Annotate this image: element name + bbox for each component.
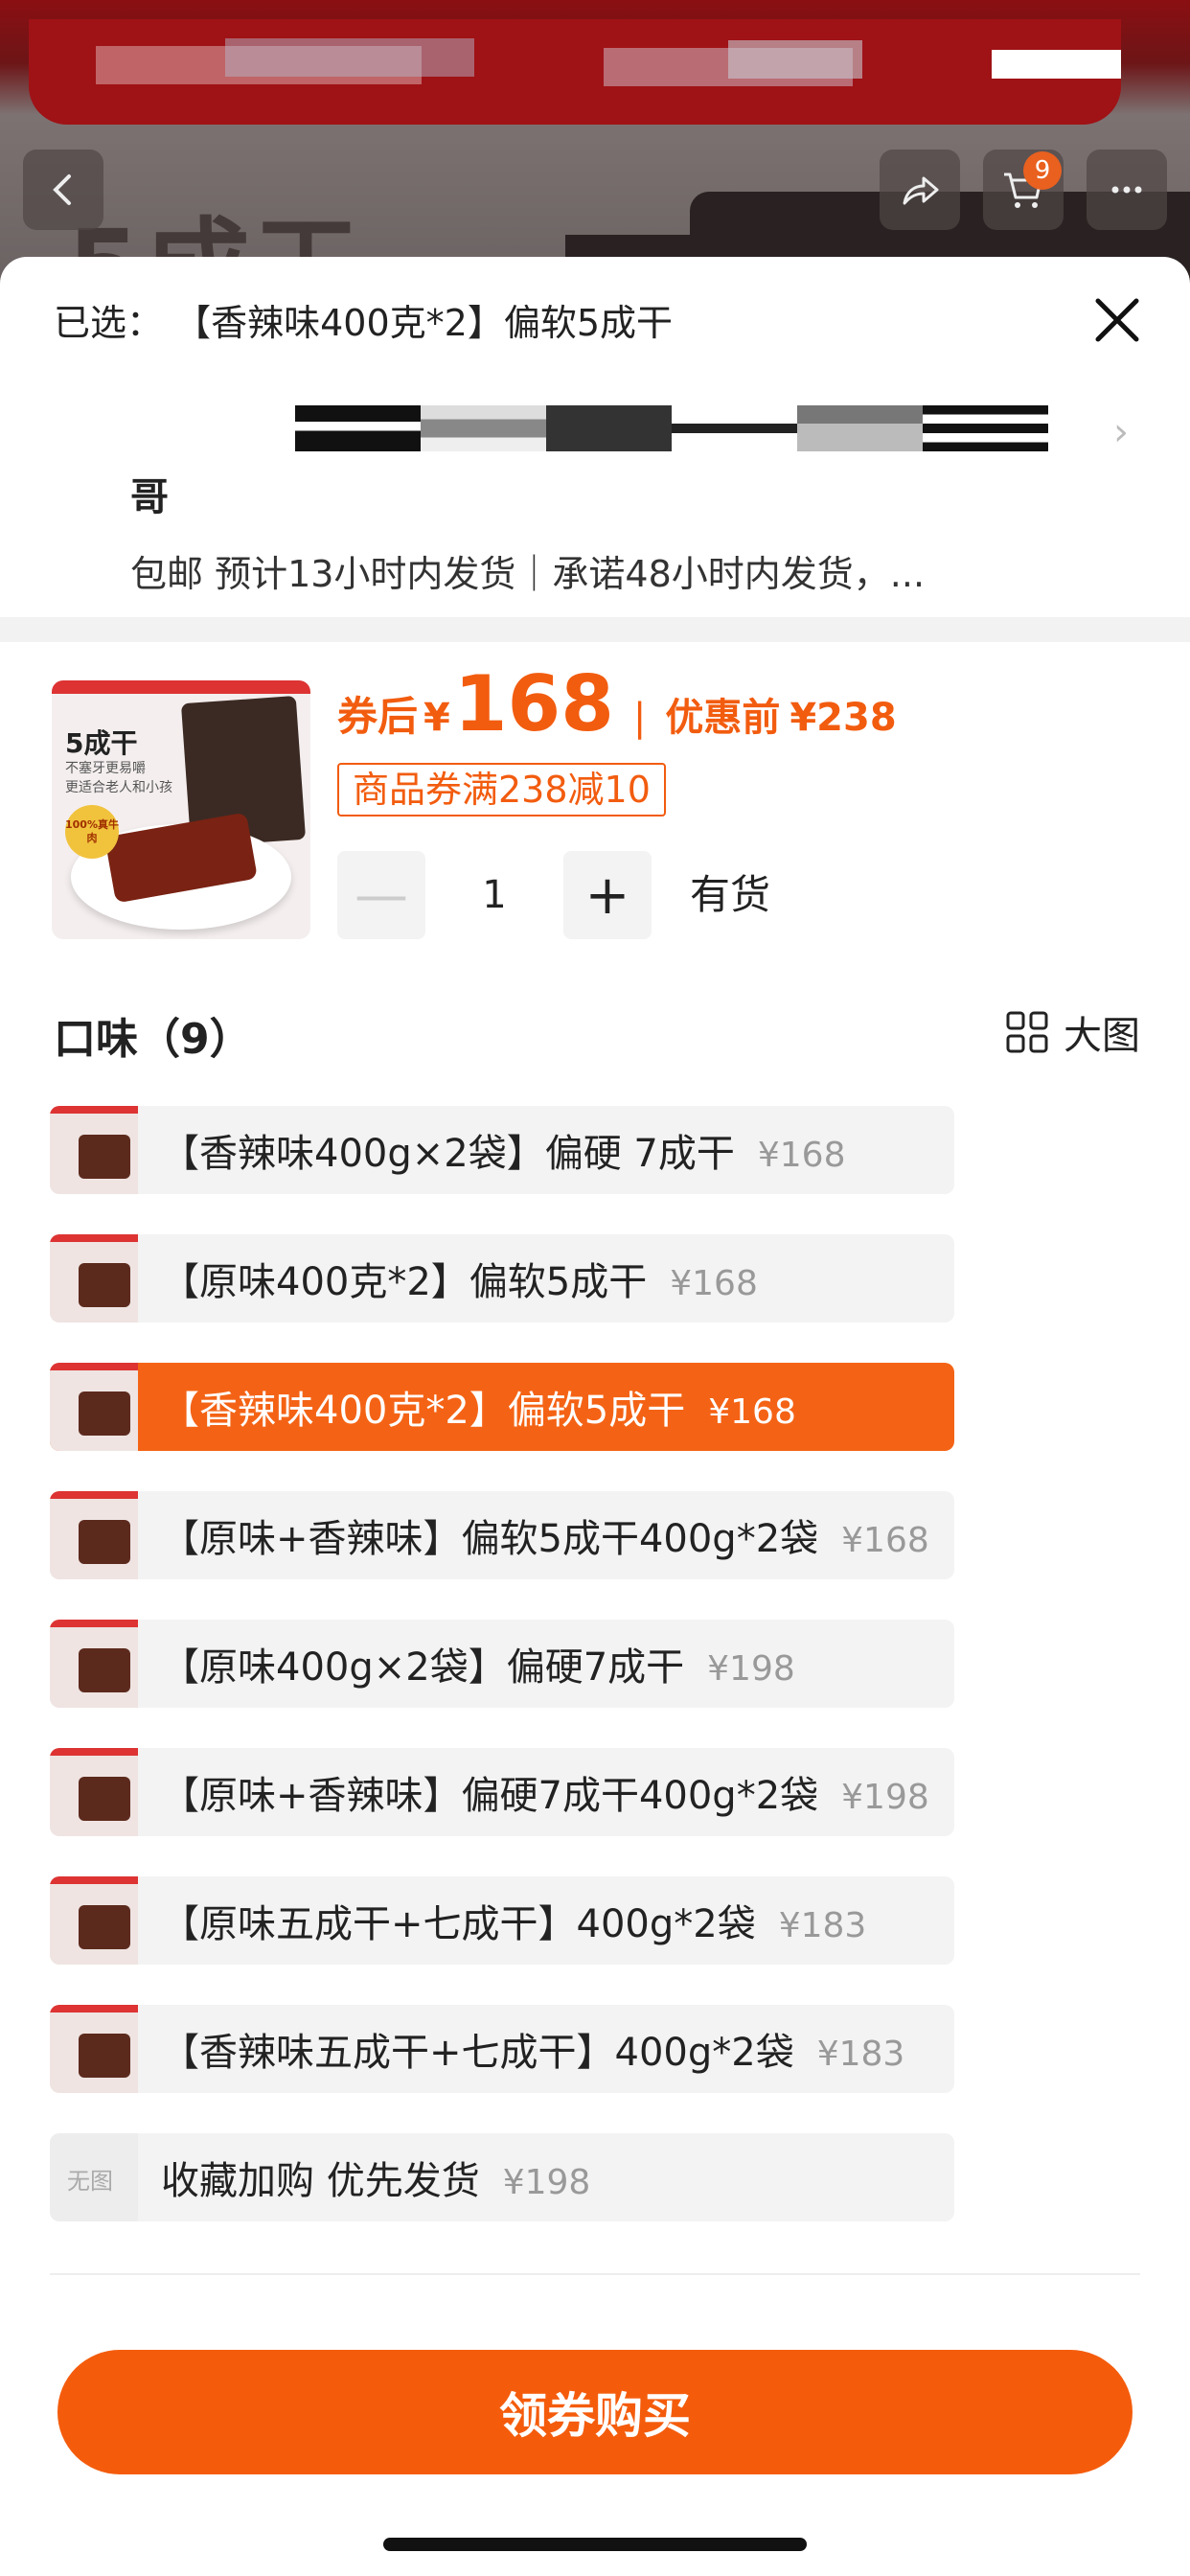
option-thumbnail <box>50 1363 138 1451</box>
section-divider <box>0 617 1190 642</box>
option-label: 【香辣味五成干+七成干】400g*2袋 <box>161 2031 794 2075</box>
sku-selection-sheet: 已选： 【香辣味400克*2】偏软5成干 › 哥 包邮 预计13小时内发货｜承诺… <box>0 257 1190 2576</box>
more-icon <box>1111 186 1142 194</box>
option-price: ¥168 <box>670 1264 758 1303</box>
shipping-info[interactable]: 包邮 预计13小时内发货｜承诺48小时内发货，... <box>130 544 925 597</box>
option-thumbnail <box>50 2005 138 2093</box>
grid-icon <box>1006 1011 1048 1053</box>
option-price: ¥198 <box>841 1778 929 1817</box>
option-thumbnail-none: 无图 <box>50 2133 138 2221</box>
decrease-button[interactable]: — <box>337 851 425 939</box>
price-before: ¥238 <box>790 696 897 740</box>
flavor-option[interactable]: 【香辣味五成干+七成干】400g*2袋 ¥183 <box>50 2005 954 2093</box>
coupon-buy-button[interactable]: 领券购买 <box>57 2350 1133 2474</box>
quantity-value[interactable]: 1 <box>425 873 563 917</box>
flavor-option[interactable]: 【原味+香辣味】偏软5成干400g*2袋 ¥168 <box>50 1491 954 1579</box>
chevron-right-icon[interactable]: › <box>1113 410 1129 454</box>
close-button[interactable] <box>1088 291 1146 349</box>
option-text: 【原味400g×2袋】偏硬7成干 ¥198 <box>138 1636 820 1691</box>
option-price: ¥183 <box>778 1906 867 1945</box>
blurred-text <box>728 40 862 79</box>
option-label: 【原味400克*2】偏软5成干 <box>161 1260 648 1304</box>
blurred-text <box>992 50 1121 79</box>
flavor-option[interactable]: 【原味五成干+七成干】400g*2袋 ¥183 <box>50 1876 954 1965</box>
quantity-stepper: — 1 + <box>337 851 652 939</box>
option-price: ¥168 <box>841 1521 929 1560</box>
chevron-left-icon <box>53 174 71 205</box>
flavor-option[interactable]: 【香辣味400g×2袋】偏硬 7成干 ¥168 <box>50 1106 954 1194</box>
image-top-bar <box>52 680 310 694</box>
footer-divider <box>50 2273 1140 2275</box>
option-label: 收藏加购 优先发货 <box>161 2159 480 2203</box>
price-row: 券后 ¥ 168 | 优惠前 ¥238 <box>337 659 897 748</box>
price-separator: | <box>632 696 647 740</box>
large-image-label: 大图 <box>1064 1014 1140 1058</box>
option-price: ¥198 <box>502 2163 591 2202</box>
image-badge: 100%真牛肉 <box>65 805 119 859</box>
option-text: 【香辣味五成干+七成干】400g*2袋 ¥183 <box>138 2021 929 2077</box>
option-thumbnail <box>50 1748 138 1836</box>
more-button[interactable] <box>1087 150 1167 230</box>
option-thumbnail <box>50 1491 138 1579</box>
redacted-shop-name <box>295 405 1048 451</box>
option-thumbnail <box>50 1106 138 1194</box>
option-thumbnail <box>50 1234 138 1322</box>
option-label: 【原味400g×2袋】偏硬7成干 <box>161 1645 685 1690</box>
share-icon <box>903 176 939 205</box>
no-image-label: 无图 <box>67 2168 113 2195</box>
shop-name: 哥 <box>130 475 169 519</box>
image-title: 5成干 <box>65 727 138 759</box>
option-label: 【原味+香辣味】偏软5成干400g*2袋 <box>161 1517 819 1561</box>
flavor-section-title: 口味（9） <box>54 1015 252 1064</box>
selected-prefix: 已选： <box>54 302 164 344</box>
product-image[interactable]: 5成干 不塞牙更易嚼 更适合老人和小孩 100%真牛肉 <box>52 680 310 939</box>
background-product-banner: 5成干 <box>0 0 1190 288</box>
option-text: 【原味五成干+七成干】400g*2袋 ¥183 <box>138 1893 891 1948</box>
option-thumbnail <box>50 1620 138 1708</box>
option-text: 【原味+香辣味】偏软5成干400g*2袋 ¥168 <box>138 1507 954 1563</box>
option-label: 【原味五成干+七成干】400g*2袋 <box>161 1902 756 1946</box>
option-label: 【原味+香辣味】偏硬7成干400g*2袋 <box>161 1774 819 1818</box>
flavor-option-selected[interactable]: 【香辣味400克*2】偏软5成干 ¥168 <box>50 1363 954 1451</box>
option-text: 【原味+香辣味】偏硬7成干400g*2袋 ¥198 <box>138 1764 954 1820</box>
coupon-tag[interactable]: 商品券满238减10 <box>337 763 666 816</box>
option-text: 收藏加购 优先发货 ¥198 <box>138 2150 615 2205</box>
cart-count-badge: 9 <box>1023 151 1062 190</box>
option-text: 【香辣味400克*2】偏软5成干 ¥168 <box>138 1379 821 1435</box>
flavor-options: 【香辣味400g×2袋】偏硬 7成干 ¥168 【原味400克*2】偏软5成干 ¥1… <box>50 1106 954 2262</box>
selected-value: 【香辣味400克*2】偏软5成干 <box>174 302 673 344</box>
option-text: 【香辣味400g×2袋】偏硬 7成干 ¥168 <box>138 1122 871 1178</box>
option-price: ¥198 <box>707 1649 795 1689</box>
option-thumbnail <box>50 1876 138 1965</box>
flavor-option[interactable]: 【原味400g×2袋】偏硬7成干 ¥198 <box>50 1620 954 1708</box>
option-price: ¥168 <box>757 1136 846 1175</box>
price-before-label: 优惠前 <box>665 696 781 740</box>
currency-symbol: ¥ <box>423 696 450 740</box>
cart-button[interactable]: 9 <box>983 150 1064 230</box>
share-button[interactable] <box>880 150 960 230</box>
flavor-option[interactable]: 【原味+香辣味】偏硬7成干400g*2袋 ¥198 <box>50 1748 954 1836</box>
blurred-text <box>225 38 474 77</box>
option-price: ¥168 <box>708 1392 796 1432</box>
option-price: ¥183 <box>816 2035 905 2074</box>
flavor-option[interactable]: 无图 收藏加购 优先发货 ¥198 <box>50 2133 954 2221</box>
option-text: 【原味400克*2】偏软5成干 ¥168 <box>138 1251 783 1306</box>
price-after-label: 券后 <box>337 693 419 740</box>
option-label: 【香辣味400g×2袋】偏硬 7成干 <box>161 1132 735 1176</box>
stock-status: 有货 <box>690 871 771 918</box>
large-image-toggle[interactable]: 大图 <box>1004 1004 1140 1060</box>
image-subtitle: 不塞牙更易嚼 更适合老人和小孩 <box>65 761 172 795</box>
increase-button[interactable]: + <box>563 851 652 939</box>
option-label: 【香辣味400克*2】偏软5成干 <box>161 1389 686 1433</box>
selected-summary: 已选： 【香辣味400克*2】偏软5成干 <box>54 293 673 346</box>
back-button[interactable] <box>23 150 103 230</box>
price-after: 168 <box>453 659 614 748</box>
home-indicator[interactable] <box>383 2538 807 2551</box>
close-icon <box>1095 298 1139 342</box>
flavor-option[interactable]: 【原味400克*2】偏软5成干 ¥168 <box>50 1234 954 1322</box>
